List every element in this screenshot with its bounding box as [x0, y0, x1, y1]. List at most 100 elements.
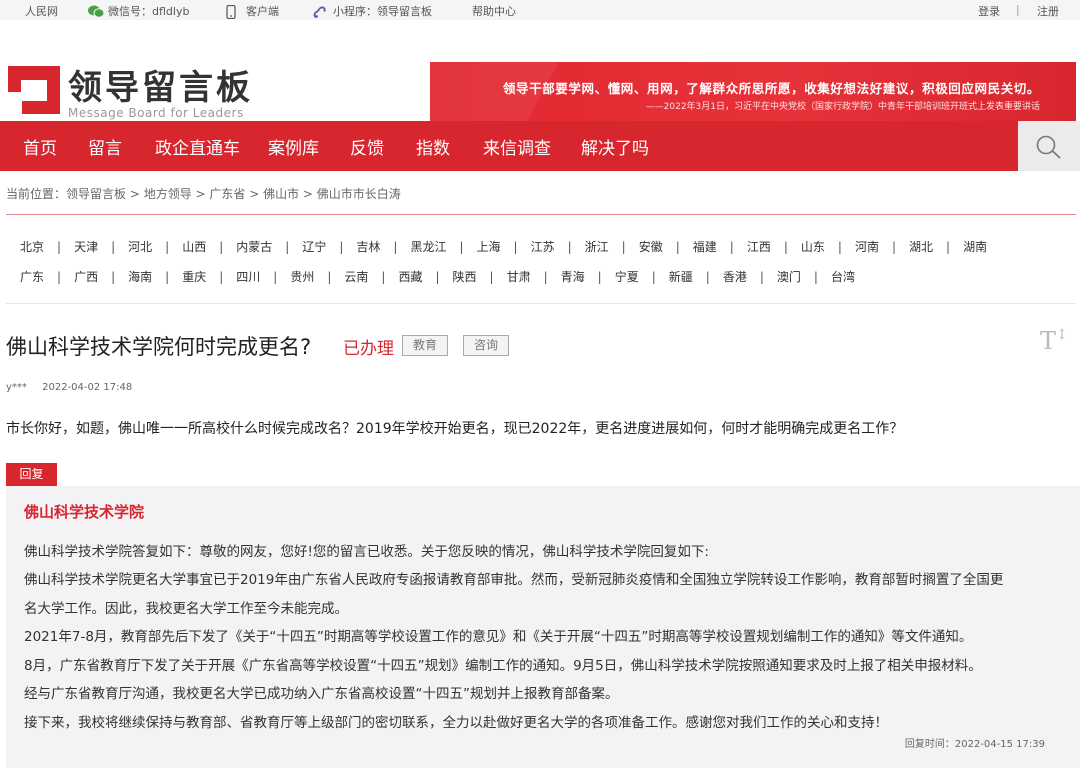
- breadcrumb-path[interactable]: 领导留言板 > 地方领导 > 广东省 > 佛山市 > 佛山市市长白涛: [66, 187, 401, 201]
- province-link[interactable]: 河北: [128, 238, 152, 255]
- province-separator: |: [273, 270, 278, 284]
- login-label: 登录: [978, 5, 1000, 18]
- province-link[interactable]: 辽宁: [302, 238, 326, 255]
- province-separator: |: [339, 240, 344, 254]
- province-link[interactable]: 山东: [801, 238, 825, 255]
- province-separator: |: [729, 240, 734, 254]
- province-separator: |: [219, 240, 224, 254]
- help-center-link[interactable]: 帮助中心: [472, 3, 516, 19]
- province-link[interactable]: 西藏: [398, 268, 422, 285]
- province-link[interactable]: 湖南: [963, 238, 987, 255]
- province-separator: |: [165, 240, 170, 254]
- province-separator: |: [57, 240, 62, 254]
- people-daily-link[interactable]: 人民网: [25, 3, 58, 19]
- nav-item-resolved[interactable]: 解决了吗: [581, 134, 649, 159]
- province-link[interactable]: 澳门: [777, 268, 801, 285]
- banner-source: ——2022年3月1日，习近平在中央党校（国家行政学院）中青年干部培训班开班式上…: [645, 102, 1040, 112]
- nav-item-message[interactable]: 留言: [88, 134, 122, 159]
- province-link[interactable]: 安徽: [639, 238, 663, 255]
- province-separator: |: [285, 240, 290, 254]
- header-banner[interactable]: 领导干部要学网、懂网、用网，了解群众所思所愿，收集好想法好建议，积极回应网民关切…: [430, 62, 1076, 124]
- province-separator: |: [891, 240, 896, 254]
- message-content: 市长你好，如题，佛山唯一一所高校什么时候完成改名？2019年学校开始更名，现已2…: [6, 421, 904, 437]
- logo-subtitle: Message Board for Leaders: [68, 106, 244, 120]
- reply-paragraph: 名大学工作。因此，我校更名大学工作至今未能完成。: [24, 601, 348, 617]
- province-link[interactable]: 新疆: [669, 268, 693, 285]
- province-link[interactable]: 天津: [74, 238, 98, 255]
- province-link[interactable]: 海南: [128, 268, 152, 285]
- message-meta: y*** 2022-04-02 17:48: [6, 382, 132, 393]
- login-register-divider: |: [1016, 3, 1020, 16]
- province-link[interactable]: 福建: [693, 238, 717, 255]
- province-link[interactable]: 甘肃: [507, 268, 531, 285]
- nav-item-cases[interactable]: 案例库: [268, 134, 319, 159]
- tag-education[interactable]: 教育: [402, 335, 448, 356]
- province-link[interactable]: 吉林: [356, 238, 380, 255]
- province-link[interactable]: 江苏: [531, 238, 555, 255]
- province-link[interactable]: 青海: [561, 268, 585, 285]
- province-separator: |: [597, 270, 602, 284]
- province-link[interactable]: 山西: [182, 238, 206, 255]
- province-separator: |: [543, 270, 548, 284]
- province-link[interactable]: 香港: [723, 268, 747, 285]
- logo-title: 领导留言板: [68, 68, 253, 108]
- breadcrumb: 当前位置：领导留言板 > 地方领导 > 广东省 > 佛山市 > 佛山市市长白涛: [6, 185, 401, 202]
- login-link[interactable]: 登录: [978, 3, 1000, 19]
- province-separator: |: [219, 270, 224, 284]
- divider-text: |: [1016, 3, 1020, 16]
- reply-paragraph: 经与广东省教育厅沟通，我校更名大学已成功纳入广东省高校设置“十四五”规划并上报教…: [24, 686, 619, 702]
- font-size-icon[interactable]: T↕: [1040, 327, 1068, 355]
- reply-paragraph: 接下来，我校将继续保持与教育部、省教育厅等上级部门的密切联系，全力以赴做好更名大…: [24, 715, 888, 731]
- nav-item-enterprise[interactable]: 政企直通车: [155, 134, 240, 159]
- message-time: 2022-04-02 17:48: [42, 382, 133, 393]
- nav-item-survey[interactable]: 来信调查: [483, 134, 551, 159]
- wechat-link[interactable]: 微信号：dfldlyb: [88, 3, 189, 19]
- province-separator: |: [705, 270, 710, 284]
- client-app-link[interactable]: 客户端: [226, 3, 279, 19]
- nav-item-home[interactable]: 首页: [23, 134, 57, 159]
- search-icon: [1036, 135, 1061, 159]
- reply-paragraph: 2021年7-8月，教育部先后下发了《关于“十四五”时期高等学校设置工作的意见》…: [24, 629, 973, 645]
- banner-quote: 领导干部要学网、懂网、用网，了解群众所思所愿，收集好想法好建议，积极回应网民关切…: [502, 81, 1040, 96]
- province-separator: |: [459, 240, 464, 254]
- province-separator: |: [393, 240, 398, 254]
- message-title: 佛山科学技术学院何时完成更名?: [6, 335, 312, 359]
- province-separator: |: [165, 270, 170, 284]
- miniprogram-label: 小程序：领导留言板: [333, 5, 432, 18]
- reply-org: 佛山科学技术学院: [24, 503, 145, 521]
- province-link[interactable]: 陕西: [453, 268, 477, 285]
- province-link[interactable]: 内蒙古: [236, 238, 272, 255]
- province-link[interactable]: 浙江: [585, 238, 609, 255]
- province-link[interactable]: 贵州: [290, 268, 314, 285]
- province-link[interactable]: 云南: [344, 268, 368, 285]
- province-link[interactable]: 黑龙江: [410, 238, 446, 255]
- province-link[interactable]: 台湾: [831, 268, 855, 285]
- help-center-label: 帮助中心: [472, 5, 516, 18]
- province-separator: |: [327, 270, 332, 284]
- province-link[interactable]: 广西: [74, 268, 98, 285]
- province-link[interactable]: 湖北: [909, 238, 933, 255]
- province-link[interactable]: 上海: [477, 238, 501, 255]
- client-app-label: 客户端: [246, 5, 279, 18]
- province-link[interactable]: 宁夏: [615, 268, 639, 285]
- main-nav: 首页 留言 政企直通车 案例库 反馈 指数 来信调查 解决了吗: [0, 121, 1080, 171]
- tag-consult[interactable]: 咨询: [463, 335, 509, 356]
- site-logo[interactable]: 领导留言板 Message Board for Leaders: [8, 66, 253, 120]
- province-link[interactable]: 广东: [20, 268, 44, 285]
- province-link[interactable]: 重庆: [182, 268, 206, 285]
- province-link[interactable]: 四川: [236, 268, 260, 285]
- province-link[interactable]: 江西: [747, 238, 771, 255]
- province-link[interactable]: 河南: [855, 238, 879, 255]
- miniprogram-link[interactable]: 小程序：领导留言板: [313, 3, 432, 19]
- register-link[interactable]: 注册: [1037, 3, 1059, 19]
- province-separator: |: [813, 270, 818, 284]
- search-button[interactable]: [1018, 121, 1080, 171]
- reply-tab: 回复: [6, 463, 57, 486]
- province-separator: |: [567, 240, 572, 254]
- nav-item-index[interactable]: 指数: [416, 134, 450, 159]
- province-link[interactable]: 北京: [20, 238, 44, 255]
- nav-item-feedback[interactable]: 反馈: [350, 134, 384, 159]
- province-separator: |: [783, 240, 788, 254]
- province-separator: |: [675, 240, 680, 254]
- province-separator: |: [837, 240, 842, 254]
